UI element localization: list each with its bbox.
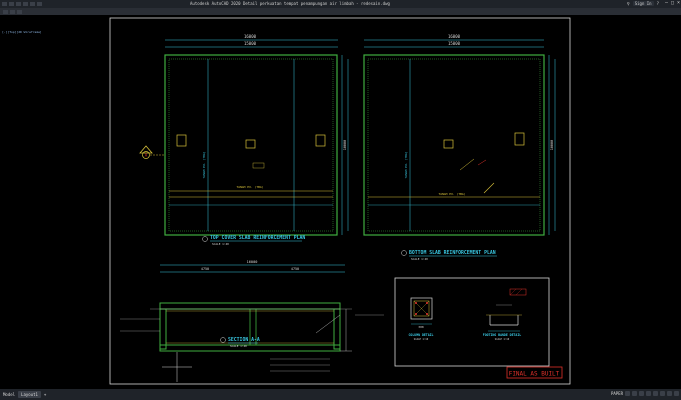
polar-icon[interactable] — [646, 391, 651, 396]
annotation-scale-icon[interactable] — [660, 391, 665, 396]
bottom-plan-title: BOTTOM SLAB REINFORCEMENT PLAN — [409, 250, 496, 256]
column-dim: 300 — [418, 325, 424, 329]
app-menu-icon[interactable] — [2, 2, 7, 6]
help-icon[interactable]: ? — [657, 1, 659, 6]
close-button[interactable]: × — [677, 0, 680, 6]
section-scale: SCALE 1:40 — [230, 344, 247, 348]
ribbon-tool-2-icon[interactable] — [10, 9, 15, 14]
status-bar: Model Layout1 + PAPER — [0, 389, 681, 400]
top-plan-slab-outline — [164, 54, 338, 236]
snap-icon[interactable] — [632, 391, 637, 396]
bottom-plan-dim-side: 10000 — [550, 140, 554, 151]
top-plan-opening-1 — [176, 134, 187, 147]
ribbon — [0, 8, 681, 15]
quick-access-toolbar — [0, 2, 42, 6]
maximize-button[interactable]: □ — [671, 0, 674, 6]
column-detail-title: COLUMN DETAIL — [409, 333, 434, 337]
section-a-a: 16000 4750 4750 SECTION A-A SCALE 1:40 — [120, 260, 384, 382]
drawing-canvas[interactable]: [-][Top][2D Wireframe] 16000 15000 TANAH… — [0, 15, 681, 389]
section-dim-total: 16000 — [247, 260, 258, 264]
bottom-plan-note-horizontal: TANAH EX. (TBA) — [438, 192, 465, 196]
top-plan-dim-overall: 16000 — [244, 34, 257, 39]
search-icon[interactable]: ⚲ — [627, 1, 630, 6]
top-plan-note-horizontal: TANAH EX. (TBA) — [236, 185, 263, 189]
tab-layout1[interactable]: Layout1 — [18, 391, 41, 398]
ribbon-tool-3-icon[interactable] — [17, 9, 22, 14]
section-title: SECTION A-A — [228, 337, 260, 343]
final-as-built-stamp: FINAL AS BUILT — [509, 371, 560, 378]
minimize-button[interactable]: – — [665, 0, 668, 6]
title-bar: Autodesk AutoCAD 2020 Detail perkuatan t… — [0, 0, 681, 8]
top-plan-scale: SCALE 1:40 — [212, 242, 229, 246]
top-plan-dim-inner: 15000 — [244, 41, 257, 46]
undo-icon[interactable] — [30, 2, 35, 6]
osnap-icon[interactable] — [653, 391, 658, 396]
footing-detail-title: FOOTING BANDE DETAIL — [483, 333, 521, 337]
sign-in-button[interactable]: Sign In — [632, 1, 654, 6]
top-plan-dim-side: 10000 — [343, 140, 347, 151]
paper-space-toggle[interactable]: PAPER — [611, 391, 623, 396]
new-icon[interactable] — [9, 2, 14, 6]
redo-icon[interactable] — [37, 2, 42, 6]
bottom-plan-opening-1 — [443, 139, 454, 149]
bottom-plan-note-vertical: TANAH EX. (TBA) — [404, 151, 408, 178]
bottom-plan-opening-2 — [514, 132, 525, 146]
column-detail-scale: SCALE 1:10 — [414, 338, 429, 341]
open-icon[interactable] — [16, 2, 21, 6]
window-title: Autodesk AutoCAD 2020 Detail perkuatan t… — [190, 1, 390, 6]
ribbon-tool-1-icon[interactable] — [3, 9, 8, 14]
bottom-plan-dim-overall: 16000 — [448, 34, 461, 39]
section-dim-right: 4750 — [291, 267, 299, 271]
footing-detail-scale: SCALE 1:10 — [495, 338, 510, 341]
add-layout-icon[interactable]: + — [41, 391, 49, 398]
bottom-plan-scale: SCALE 1:40 — [411, 257, 428, 261]
drawing-svg[interactable]: 16000 15000 TANAH EX. (TBA) TANAH EX. (T… — [0, 15, 681, 389]
top-plan-title: TOP COVER SLAB REINFORCEMENT PLAN — [210, 235, 305, 241]
top-plan-opening-3 — [315, 134, 326, 147]
tab-model[interactable]: Model — [0, 391, 18, 398]
ortho-icon[interactable] — [639, 391, 644, 396]
bottom-plan: 16000 15000 TANAH EX. (TBA) TANAH EX. (T… — [363, 34, 556, 261]
bottom-plan-dim-inner: 15000 — [448, 41, 461, 46]
grid-icon[interactable] — [625, 391, 630, 396]
detail-box: 300 COLUMN DETAIL SCALE 1:10 FOOTING BAN… — [394, 277, 550, 367]
workspace-gear-icon[interactable] — [667, 391, 672, 396]
section-dim-left: 4750 — [201, 267, 209, 271]
top-plan-opening-2 — [245, 139, 256, 149]
top-plan-note-vertical: TANAH EX. (TBA) — [202, 151, 206, 178]
customize-menu-icon[interactable] — [674, 391, 679, 396]
save-icon[interactable] — [23, 2, 28, 6]
top-plan: 16000 15000 TANAH EX. (TBA) TANAH EX. (T… — [139, 34, 349, 246]
